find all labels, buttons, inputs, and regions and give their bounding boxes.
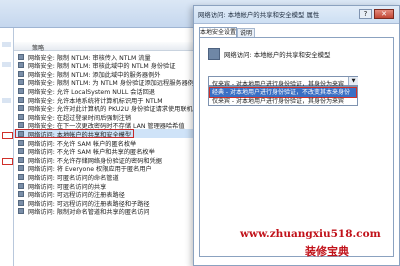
column-header-policy[interactable]: 策略 [14,42,194,52]
policy-icon [18,96,24,103]
table-row-selected[interactable]: 网络访问: 本地帐户的共享和安全模型 [14,129,194,139]
table-row[interactable]: 网络访问: 可匿名访问的共享 [14,181,194,191]
tree-node[interactable] [2,42,11,47]
table-row[interactable]: 网络安全: 在下一次更改密码时不存储 LAN 管理器哈希值 [14,121,194,130]
table-row[interactable]: 网络安全: 限制 NTLM: 审核传入 NTLM 流量 [14,52,194,62]
tree-node[interactable] [2,98,11,103]
table-row[interactable]: 网络访问: 不允许存储网络身份验证的密码和凭据 [14,155,194,165]
table-row[interactable]: 网络安全: 允许本地系统将计算机标识用于 NTLM [14,95,194,105]
policy-icon [18,208,24,215]
table-row[interactable]: 网络安全: 限制 NTLM: 添加此域中的服务器例外 [14,69,194,79]
table-row[interactable]: 网络访问: 可远程访问的注册表路径 [14,190,194,199]
table-row[interactable]: 网络访问: 可匿名访问的命名管道 [14,172,194,182]
table-row[interactable]: 网络访问: 可远程访问的注册表路径和子路径 [14,198,194,208]
policy-icon [18,165,24,172]
table-row[interactable]: 网络访问: 将 Everyone 权限应用于匿名用户 [14,164,194,173]
table-row[interactable]: 网络访问: 限制对命名管道和共享的匿名访问 [14,207,194,216]
policy-icon [18,105,24,112]
policy-icon [18,70,24,77]
policy-icon [18,130,24,137]
table-row[interactable]: 网络访问: 不允许 SAM 帐户和共享的匿名枚举 [14,147,194,156]
policy-icon [18,182,24,189]
watermark-text: 装修宝典 [305,245,349,258]
tree-node-highlighted[interactable] [2,132,13,139]
table-row[interactable]: 网络安全: 限制 NTLM: 为 NTLM 身份验证添加远程服务器例外 [14,78,200,87]
policy-icon [18,173,24,180]
policy-label: 网络访问: 限制对命名管道和共享的匿名访问 [28,209,150,217]
policy-icon [18,148,24,155]
dialog-titlebar: 网络访问: 本地帐户的共享和安全模型 属性 ? ✕ [194,6,399,24]
sharing-model-select[interactable]: 仅来宾 - 对本地用户进行身份验证，其身份为来宾 ▼ [208,76,358,88]
option-guest-only[interactable]: 仅来宾 - 对本地用户进行身份验证，其身份为来宾 [210,97,356,106]
policy-icon [208,48,220,60]
policy-icon [18,87,24,94]
table-row[interactable]: 网络安全: 允许对此计算机的 PKU2U 身份验证请求使用联机标识 [14,104,205,113]
table-row[interactable]: 网络安全: 允许 LocalSystem NULL 会话回退 [14,86,194,96]
policy-icon [18,113,24,120]
help-button[interactable]: ? [359,9,372,19]
table-row[interactable]: 网络访问: 不允许 SAM 帐户的匿名枚举 [14,138,194,148]
navigation-tree[interactable] [0,28,14,266]
tree-node[interactable] [2,62,11,67]
policy-icon [18,199,24,206]
tab-panel: 网络访问: 本地帐户的共享和安全模型 仅来宾 - 对本地用户进行身份验证，其身份… [199,37,394,257]
policy-icon [18,139,24,146]
tab-explain[interactable]: 说明 [237,28,255,37]
column-header-label: 策略 [32,45,45,52]
policy-icon [18,156,24,163]
policy-name: 网络访问: 本地帐户的共享和安全模型 [224,51,331,59]
policy-icon [18,191,24,198]
table-row[interactable]: 网络安全: 限制 NTLM: 审核此域中的 NTLM 身份验证 [14,61,194,70]
close-button[interactable]: ✕ [374,9,394,19]
policy-icon [18,53,24,60]
policy-icon [18,122,24,129]
policy-list: 策略 网络安全: 限制 NTLM: 审核传入 NTLM 流量 网络安全: 限制 N… [14,28,205,266]
dialog-title: 网络访问: 本地帐户的共享和安全模型 属性 [198,11,320,19]
table-row[interactable]: 网络安全: 在超过登录时间后强制注销 [14,112,194,122]
watermark-url: www.zhuangxiu518.com [240,228,381,240]
policy-icon [18,79,24,86]
properties-dialog: 网络访问: 本地帐户的共享和安全模型 属性 ? ✕ 本地安全设置 说明 网络访问… [193,5,400,266]
policy-icon [18,62,24,69]
tree-node-highlighted[interactable] [2,158,13,165]
chevron-down-icon[interactable]: ▼ [348,77,358,85]
tab-local-security-setting[interactable]: 本地安全设置 [199,27,237,37]
dropdown-list: 经典 - 对本地用户进行身份验证，不改变其本来身份 仅来宾 - 对本地用户进行身… [208,86,358,106]
